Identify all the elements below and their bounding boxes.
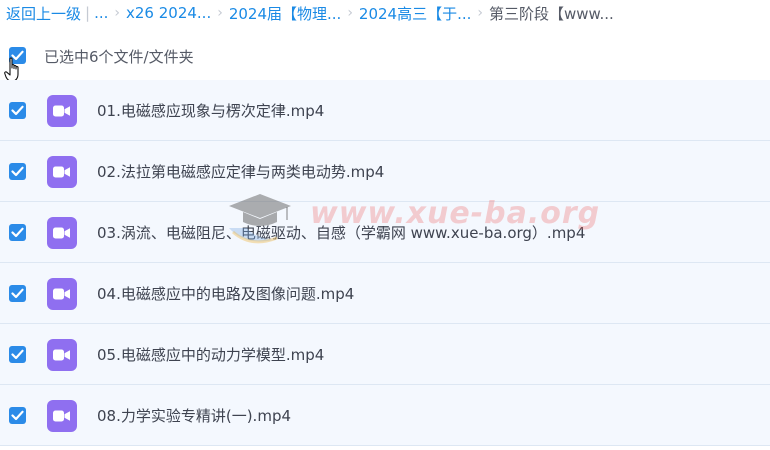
breadcrumb-item-1[interactable]: x26 2024... xyxy=(126,4,211,22)
file-row[interactable]: 03.涡流、电磁阻尼、电磁驱动、自感（学霸网 www.xue-ba.org）.m… xyxy=(0,202,770,263)
checkmark-icon xyxy=(11,166,24,177)
breadcrumb-current: 第三阶段【www... xyxy=(489,4,614,23)
video-file-icon xyxy=(47,339,77,371)
file-name[interactable]: 08.力学实验专精讲(一).mp4 xyxy=(97,405,291,426)
breadcrumb: 返回上一级 | ... › x26 2024... › 2024届【物理... … xyxy=(6,3,614,23)
checkmark-icon xyxy=(11,288,24,299)
file-name[interactable]: 05.电磁感应中的动力学模型.mp4 xyxy=(97,344,324,365)
file-list: 01.电磁感应现象与楞次定律.mp4 02.法拉第电磁感应定律与两类电动势.mp… xyxy=(0,80,770,446)
file-checkbox[interactable] xyxy=(9,285,26,302)
checkmark-icon xyxy=(11,105,24,116)
file-list-page: 返回上一级 | ... › x26 2024... › 2024届【物理... … xyxy=(0,0,770,450)
file-name[interactable]: 03.涡流、电磁阻尼、电磁驱动、自感（学霸网 www.xue-ba.org）.m… xyxy=(97,222,585,243)
video-file-icon xyxy=(47,400,77,432)
file-name[interactable]: 04.电磁感应中的电路及图像问题.mp4 xyxy=(97,283,354,304)
breadcrumb-item-2[interactable]: 2024届【物理... xyxy=(229,3,341,24)
selection-count-label: 已选中6个文件/文件夹 xyxy=(44,48,194,66)
file-name[interactable]: 01.电磁感应现象与楞次定律.mp4 xyxy=(97,100,324,121)
video-file-icon xyxy=(47,217,77,249)
breadcrumb-ellipsis[interactable]: ... xyxy=(94,4,108,22)
file-checkbox[interactable] xyxy=(9,407,26,424)
file-name[interactable]: 02.法拉第电磁感应定律与两类电动势.mp4 xyxy=(97,161,384,182)
chevron-right-icon: › xyxy=(347,5,353,21)
file-row[interactable]: 08.力学实验专精讲(一).mp4 xyxy=(0,385,770,446)
file-checkbox[interactable] xyxy=(9,163,26,180)
file-row[interactable]: 02.法拉第电磁感应定律与两类电动势.mp4 xyxy=(0,141,770,202)
file-checkbox[interactable] xyxy=(9,224,26,241)
checkmark-icon xyxy=(11,349,24,360)
file-row[interactable]: 04.电磁感应中的电路及图像问题.mp4 xyxy=(0,263,770,324)
checkmark-icon xyxy=(11,227,24,238)
select-all-bar: 已选中6个文件/文件夹 xyxy=(0,40,770,72)
video-file-icon xyxy=(47,278,77,310)
breadcrumb-item-3[interactable]: 2024高三【于... xyxy=(359,3,471,24)
chevron-right-icon: › xyxy=(217,5,223,21)
checkmark-icon xyxy=(11,410,24,421)
file-checkbox[interactable] xyxy=(9,346,26,363)
video-file-icon xyxy=(47,95,77,127)
back-link[interactable]: 返回上一级 xyxy=(6,3,81,24)
breadcrumb-divider: | xyxy=(85,4,91,22)
file-row[interactable]: 05.电磁感应中的动力学模型.mp4 xyxy=(0,324,770,385)
file-row[interactable]: 01.电磁感应现象与楞次定律.mp4 xyxy=(0,80,770,141)
video-file-icon xyxy=(47,156,77,188)
chevron-right-icon: › xyxy=(477,5,484,21)
chevron-right-icon: › xyxy=(114,5,120,21)
file-checkbox[interactable] xyxy=(9,102,26,119)
